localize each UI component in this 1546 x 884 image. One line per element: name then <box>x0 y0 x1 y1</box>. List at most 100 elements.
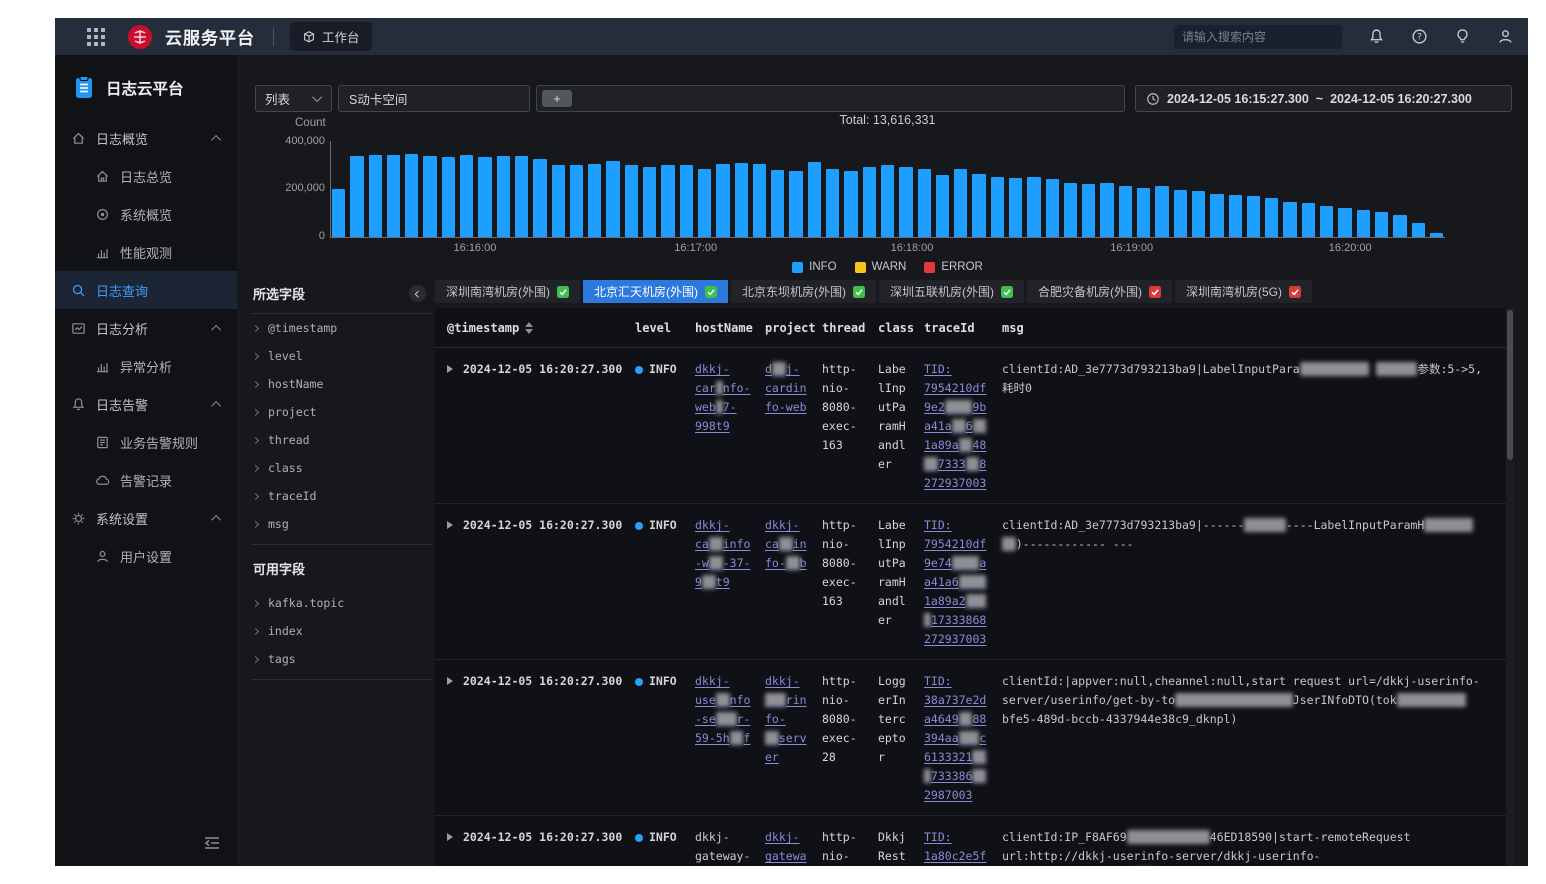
log-row[interactable]: 2024-12-05 16:20:27.300 INFO dkkj-cardnfo-… <box>435 348 1514 504</box>
log-space-input[interactable] <box>339 91 529 106</box>
field-item-@timestamp[interactable]: @timestamp <box>251 314 432 342</box>
expand-row-icon[interactable] <box>447 672 463 685</box>
bar[interactable] <box>1027 177 1041 237</box>
log-row[interactable]: 2024-12-05 16:20:27.300 INFO dkkj-userinfo… <box>435 660 1514 816</box>
bar[interactable] <box>643 166 657 237</box>
expand-row-icon[interactable] <box>447 828 463 841</box>
column-header-@timestamp[interactable]: @timestamp <box>447 321 635 335</box>
field-item-hostName[interactable]: hostName <box>251 370 432 398</box>
bar[interactable] <box>972 173 986 237</box>
query-input-box[interactable]: + <box>536 85 1125 112</box>
bar[interactable] <box>1411 222 1425 237</box>
sidebar-item-cloud[interactable]: 告警记录 <box>55 461 237 499</box>
datacenter-tab-active[interactable]: 北京汇天机房(外围) <box>583 280 728 303</box>
lightbulb-icon[interactable] <box>1454 28 1471 45</box>
bar[interactable] <box>899 166 913 237</box>
field-item-class[interactable]: class <box>251 454 432 482</box>
table-scrollbar[interactable] <box>1506 308 1514 866</box>
bar[interactable] <box>1301 202 1316 237</box>
sidebar-item-chart[interactable]: 异常分析 <box>55 347 237 385</box>
field-item-msg[interactable]: msg <box>251 510 432 538</box>
sidebar-item-gear[interactable]: 系统设置 <box>55 499 237 537</box>
sidebar-item-overview[interactable]: 日志总览 <box>55 157 237 195</box>
cell-project[interactable]: dkkj-gateway <box>765 828 822 866</box>
bar[interactable] <box>1246 195 1261 237</box>
cell-traceid[interactable]: TID: 38a737e2da46490888394aab9cc6133321a… <box>924 672 1002 805</box>
sidebar-item-search-active[interactable]: 日志查询 <box>55 271 237 309</box>
field-item-tags[interactable]: tags <box>251 645 432 673</box>
bar[interactable] <box>1155 186 1169 237</box>
bar[interactable] <box>441 157 456 237</box>
datacenter-tab[interactable]: 深圳南湾机房(外围) <box>435 280 580 303</box>
bar[interactable] <box>880 165 895 237</box>
datacenter-tab[interactable]: 深圳南湾机房(5G) <box>1175 280 1313 303</box>
help-icon[interactable]: ? <box>1411 28 1428 45</box>
cell-project[interactable]: dkkj-userinfo-xxserver <box>765 672 822 767</box>
sort-icon[interactable] <box>525 321 534 334</box>
bar[interactable] <box>405 153 419 237</box>
bar[interactable] <box>423 155 437 237</box>
sidebar-item-bell[interactable]: 日志告警 <box>55 385 237 423</box>
bar[interactable] <box>350 155 364 237</box>
sidebar-collapse-icon[interactable] <box>203 834 221 852</box>
bar[interactable] <box>1356 209 1370 237</box>
field-item-traceId[interactable]: traceId <box>251 482 432 510</box>
bar[interactable] <box>1137 187 1151 237</box>
bar[interactable] <box>917 168 931 237</box>
bar[interactable] <box>386 154 401 237</box>
add-filter-button[interactable]: + <box>542 90 572 107</box>
cell-traceid[interactable]: TID: 7954210df9e74bf0daa41a6d5711a89a221… <box>924 516 1002 649</box>
global-search-box[interactable] <box>1174 24 1342 49</box>
bar[interactable] <box>569 165 584 237</box>
collapse-panel-icon[interactable] <box>409 285 426 302</box>
field-item-kafka.topic[interactable]: kafka.topic <box>251 589 432 617</box>
sidebar-item-system[interactable]: 系统概览 <box>55 195 237 233</box>
bar[interactable] <box>1191 191 1206 237</box>
sidebar-item-analysis[interactable]: 日志分析 <box>55 309 237 347</box>
workbench-button[interactable]: 工作台 <box>290 22 372 51</box>
bar[interactable] <box>1228 194 1242 237</box>
expand-row-icon[interactable] <box>447 360 463 373</box>
cell-project[interactable]: dkkj-cardinfo-web <box>765 360 822 417</box>
legend-item-error[interactable]: ERROR <box>924 261 983 273</box>
bar[interactable] <box>1210 193 1224 237</box>
bar[interactable] <box>1393 214 1407 237</box>
view-mode-select[interactable]: 列表 <box>255 85 332 112</box>
bar[interactable] <box>990 177 1004 237</box>
bar[interactable] <box>496 155 510 237</box>
bar[interactable] <box>1063 182 1078 237</box>
datacenter-tab[interactable]: 深圳五联机房(外围) <box>879 280 1024 303</box>
field-item-index[interactable]: index <box>251 617 432 645</box>
legend-item-info[interactable]: INFO <box>792 261 837 273</box>
time-range-picker[interactable]: 2024-12-05 16:15:27.300 ~ 2024-12-05 16:… <box>1135 85 1512 112</box>
bar[interactable] <box>661 165 675 237</box>
bar[interactable] <box>1045 179 1059 237</box>
bar[interactable] <box>697 168 712 237</box>
bar[interactable] <box>478 157 492 237</box>
legend-item-warn[interactable]: WARN <box>854 261 906 273</box>
cell-hostname[interactable]: dkkj-cardinfo-web-37-998t9 <box>695 516 765 592</box>
datacenter-tab[interactable]: 合肥灾备机房(外围) <box>1027 280 1172 303</box>
bar[interactable] <box>332 188 346 237</box>
log-row[interactable]: 2024-12-05 16:20:27.300 INFO dkkj-cardinfo… <box>435 504 1514 660</box>
app-launcher-grid-icon[interactable] <box>87 27 105 46</box>
bar[interactable] <box>826 168 840 237</box>
bar[interactable] <box>752 164 767 237</box>
bar[interactable] <box>624 165 639 237</box>
user-avatar-icon[interactable] <box>1497 28 1514 45</box>
bar[interactable] <box>533 159 547 237</box>
bar[interactable] <box>716 164 730 237</box>
field-item-project[interactable]: project <box>251 398 432 426</box>
bar[interactable] <box>789 171 803 237</box>
bar[interactable] <box>368 154 382 237</box>
bar[interactable] <box>954 168 968 237</box>
sidebar-item-user[interactable]: 用户设置 <box>55 537 237 575</box>
field-item-thread[interactable]: thread <box>251 426 432 454</box>
sidebar-item-chart[interactable]: 性能观测 <box>55 233 237 271</box>
bar[interactable] <box>551 165 565 237</box>
cell-traceid[interactable]: TID: 7954210df9e26f499ba41ad66e11a89a744… <box>924 360 1002 493</box>
bar[interactable] <box>606 160 620 237</box>
bar[interactable] <box>734 162 748 237</box>
bar[interactable] <box>1100 182 1114 237</box>
bar[interactable] <box>1283 201 1297 237</box>
